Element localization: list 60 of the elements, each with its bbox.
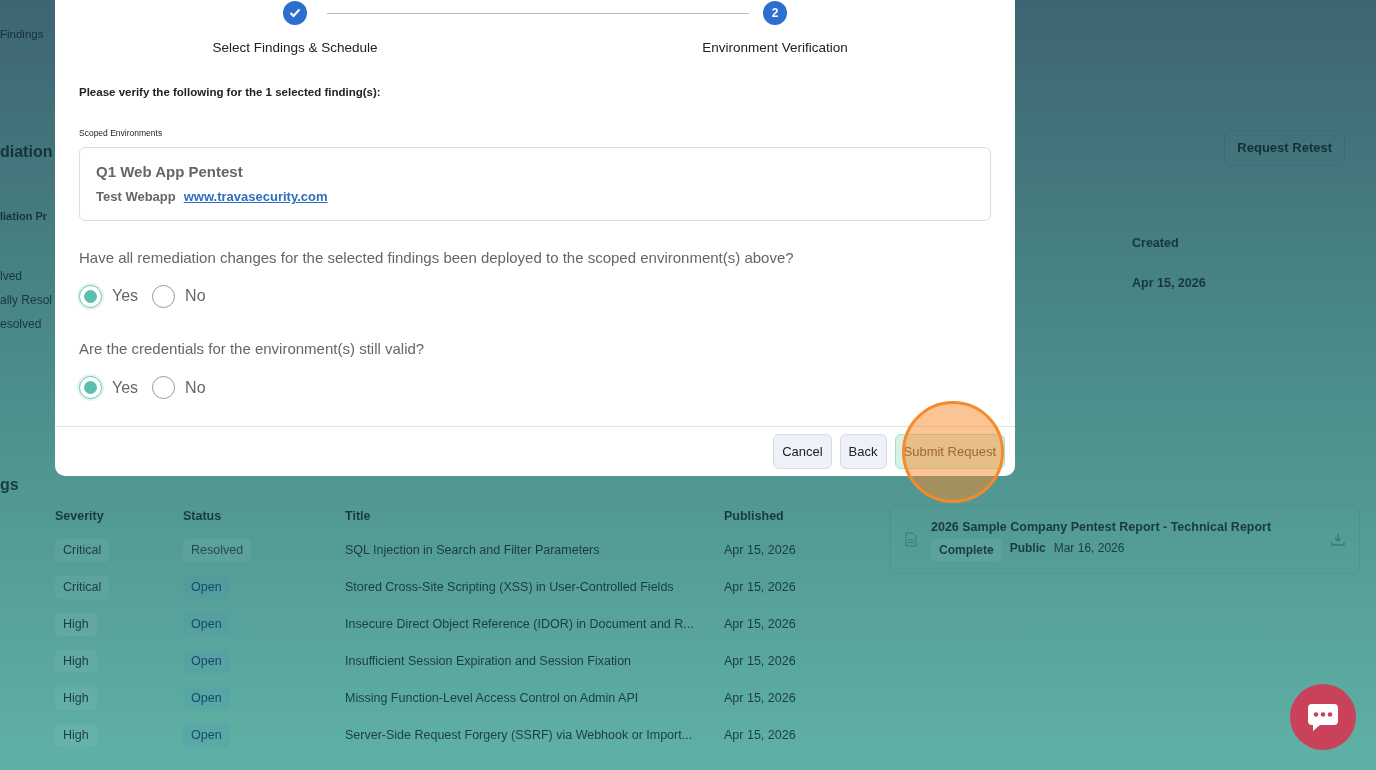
column-header: Title bbox=[345, 500, 724, 532]
radio-option[interactable]: No bbox=[152, 375, 206, 400]
severity-badge: High bbox=[55, 724, 97, 747]
dialog-button[interactable]: Cancel bbox=[773, 433, 832, 470]
status-label: esolved bbox=[0, 315, 43, 333]
stat-label: Findings bbox=[0, 27, 45, 42]
environment-name: Q1 Web App Pentest bbox=[96, 162, 244, 183]
table-cell-text: Apr 15, 2026 bbox=[724, 579, 797, 597]
table-cell-text: Apr 15, 2026 bbox=[1132, 275, 1207, 293]
table-cell-text: Apr 15, 2026 bbox=[724, 542, 797, 560]
step-label: Environment Verification bbox=[702, 39, 848, 57]
status-badge: Open bbox=[183, 724, 230, 747]
report-title: 2026 Sample Company Pentest Report - Technical Report bbox=[931, 519, 1273, 536]
severity-badge: High bbox=[55, 687, 97, 710]
table-cell-text: Apr 15, 2026 bbox=[724, 616, 797, 634]
section-title: diation bbox=[0, 142, 54, 163]
chat-icon bbox=[1306, 702, 1340, 732]
column-header: Published bbox=[724, 507, 785, 525]
question-text: Have all remediation changes for the selected findings been deployed to the scoped environment(s) above? bbox=[79, 247, 795, 268]
severity-badge: Critical bbox=[55, 576, 110, 599]
report-date: Mar 16, 2026 bbox=[1053, 539, 1125, 557]
section-title: gs bbox=[0, 474, 20, 495]
radio-option[interactable]: Yes bbox=[79, 375, 139, 400]
status-badge: Resolved bbox=[183, 539, 252, 562]
column-header: Severity bbox=[55, 500, 183, 532]
radio-option[interactable]: Yes bbox=[79, 284, 139, 309]
table-cell: Insufficient Session Expiration and Session Fixation bbox=[345, 643, 724, 680]
field-label: Scoped Environments bbox=[79, 126, 164, 140]
table-cell-text: Apr 15, 2026 bbox=[724, 690, 797, 708]
dialog-button[interactable]: Back bbox=[839, 433, 887, 470]
status-badge: Open bbox=[183, 687, 230, 710]
table-cell-text: Apr 15, 2026 bbox=[724, 727, 797, 745]
severity-badge: High bbox=[55, 650, 97, 673]
status-badge: Open bbox=[183, 576, 230, 599]
section-subtitle: liation Pr bbox=[0, 209, 49, 225]
radio-option[interactable]: No bbox=[152, 284, 206, 309]
column-header: Created bbox=[1132, 234, 1180, 252]
status-label: ally Resol bbox=[0, 291, 54, 309]
visibility-label: Public bbox=[1009, 539, 1046, 557]
status-label: lved bbox=[0, 267, 23, 285]
status-badge: Open bbox=[183, 613, 230, 636]
status-badge: Complete bbox=[931, 538, 1002, 561]
table-cell: Server-Side Request Forgery (SSRF) via Webhook or Import... bbox=[345, 717, 724, 754]
table-cell: SQL Injection in Search and Filter Parameters bbox=[345, 532, 724, 569]
severity-badge: Critical bbox=[55, 539, 110, 562]
table-cell: Insecure Direct Object Reference (IDOR) in Document and R... bbox=[345, 606, 724, 643]
severity-badge: High bbox=[55, 613, 97, 636]
table-cell: Stored Cross-Site Scripting (XSS) in User-Controlled Fields bbox=[345, 569, 724, 606]
environment-type: Test Webapp bbox=[96, 188, 176, 204]
column-header: Status bbox=[183, 500, 345, 532]
status-badge: Open bbox=[183, 650, 230, 673]
step-label: Select Findings & Schedule bbox=[212, 39, 378, 57]
question-text: Are the credentials for the environment(s) still valid? bbox=[79, 339, 426, 360]
step-number: 2 bbox=[763, 1, 787, 25]
report-card[interactable]: 2026 Sample Company Pentest Report - Technical Report Complete Public Mar 16, 2026 bbox=[890, 505, 1360, 574]
document-icon bbox=[905, 531, 917, 547]
instruction-text: Please verify the following for the 1 selected finding(s): bbox=[79, 85, 382, 101]
table-cell-text: Apr 15, 2026 bbox=[724, 653, 797, 671]
environment-link[interactable]: www.travasecurity.com bbox=[183, 188, 328, 204]
table-cell: Missing Function-Level Access Control on Admin API bbox=[345, 680, 724, 717]
